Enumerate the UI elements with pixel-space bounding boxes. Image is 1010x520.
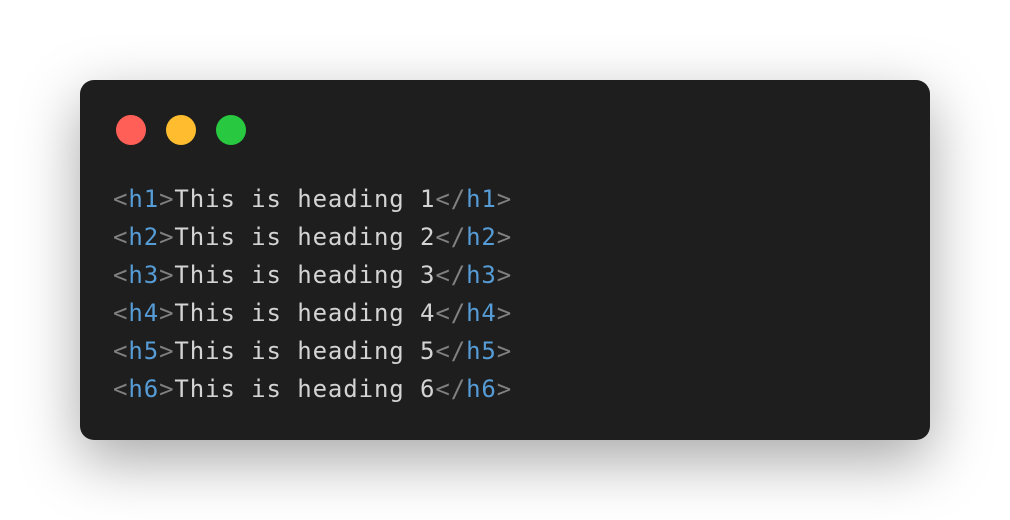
heading-text: This is heading 1 <box>174 185 436 213</box>
open-bracket: </ <box>435 185 467 213</box>
close-bracket: > <box>496 337 513 365</box>
open-tag-name: h5 <box>128 337 160 365</box>
close-tag-name: h4 <box>466 299 497 327</box>
open-bracket: < <box>113 299 129 327</box>
open-bracket: < <box>113 223 129 251</box>
code-line: <h5>This is heading 5</h5> <box>113 332 512 370</box>
close-bracket: > <box>159 223 175 251</box>
open-tag-name: h2 <box>128 223 160 251</box>
code-line: <h4>This is heading 4</h4> <box>113 294 512 332</box>
open-bracket: < <box>113 185 129 213</box>
heading-text: This is heading 2 <box>174 223 436 251</box>
code-line: <h2>This is heading 2</h2> <box>113 218 512 256</box>
close-tag-name: h2 <box>466 223 497 251</box>
close-bracket: > <box>496 223 513 251</box>
close-bracket: > <box>159 299 175 327</box>
code-line: <h3>This is heading 3</h3> <box>113 256 512 294</box>
code-window: <h1>This is heading 1</h1> <h2>This is he… <box>80 80 930 440</box>
open-bracket: </ <box>435 223 467 251</box>
close-bracket: > <box>496 375 513 403</box>
open-bracket: < <box>113 337 129 365</box>
heading-text: This is heading 4 <box>174 299 436 327</box>
close-tag-name: h1 <box>466 185 497 213</box>
heading-text: This is heading 5 <box>174 337 436 365</box>
open-tag-name: h6 <box>128 375 160 403</box>
close-tag-name: h5 <box>466 337 497 365</box>
close-bracket: > <box>496 261 513 289</box>
close-bracket: > <box>159 185 175 213</box>
heading-text: This is heading 3 <box>174 261 436 289</box>
close-tag-name: h6 <box>466 375 497 403</box>
open-bracket: </ <box>435 261 467 289</box>
code-line: <h1>This is heading 1</h1> <box>113 180 512 218</box>
close-tag-name: h3 <box>466 261 497 289</box>
open-tag-name: h3 <box>128 261 160 289</box>
close-bracket: > <box>159 261 175 289</box>
heading-text: This is heading 6 <box>174 375 436 403</box>
close-bracket: > <box>159 375 175 403</box>
minimize-dot-icon <box>166 115 196 145</box>
open-bracket: </ <box>435 337 467 365</box>
close-bracket: > <box>159 337 175 365</box>
open-bracket: < <box>113 261 129 289</box>
open-tag-name: h4 <box>128 299 160 327</box>
open-tag-name: h1 <box>128 185 160 213</box>
close-bracket: > <box>496 185 513 213</box>
code-line: <h6>This is heading 6</h6> <box>113 370 512 408</box>
maximize-dot-icon <box>216 115 246 145</box>
close-bracket: > <box>496 299 513 327</box>
close-dot-icon <box>116 115 146 145</box>
open-bracket: </ <box>435 375 467 403</box>
open-bracket: </ <box>435 299 467 327</box>
code-block: <h1>This is heading 1</h1> <h2>This is he… <box>113 180 512 408</box>
open-bracket: < <box>113 375 129 403</box>
